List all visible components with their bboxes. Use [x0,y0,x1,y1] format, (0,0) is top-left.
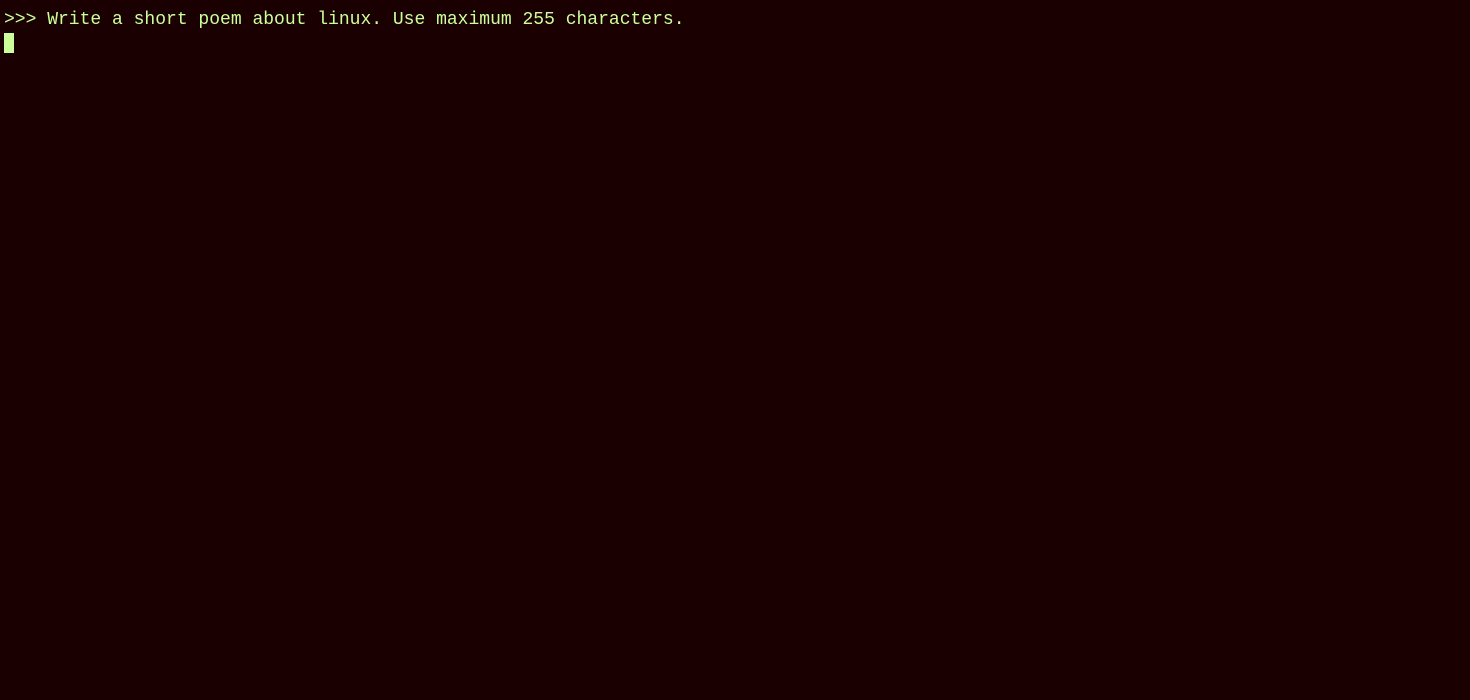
cursor-line [0,33,1470,53]
command-line: >>> Write a short poem about linux. Use … [0,8,1470,33]
command-text: Write a short poem about linux. Use maxi… [36,8,684,33]
prompt-symbol: >>> [4,8,36,33]
terminal-window[interactable]: >>> Write a short poem about linux. Use … [0,0,1470,700]
terminal-cursor [4,33,14,53]
